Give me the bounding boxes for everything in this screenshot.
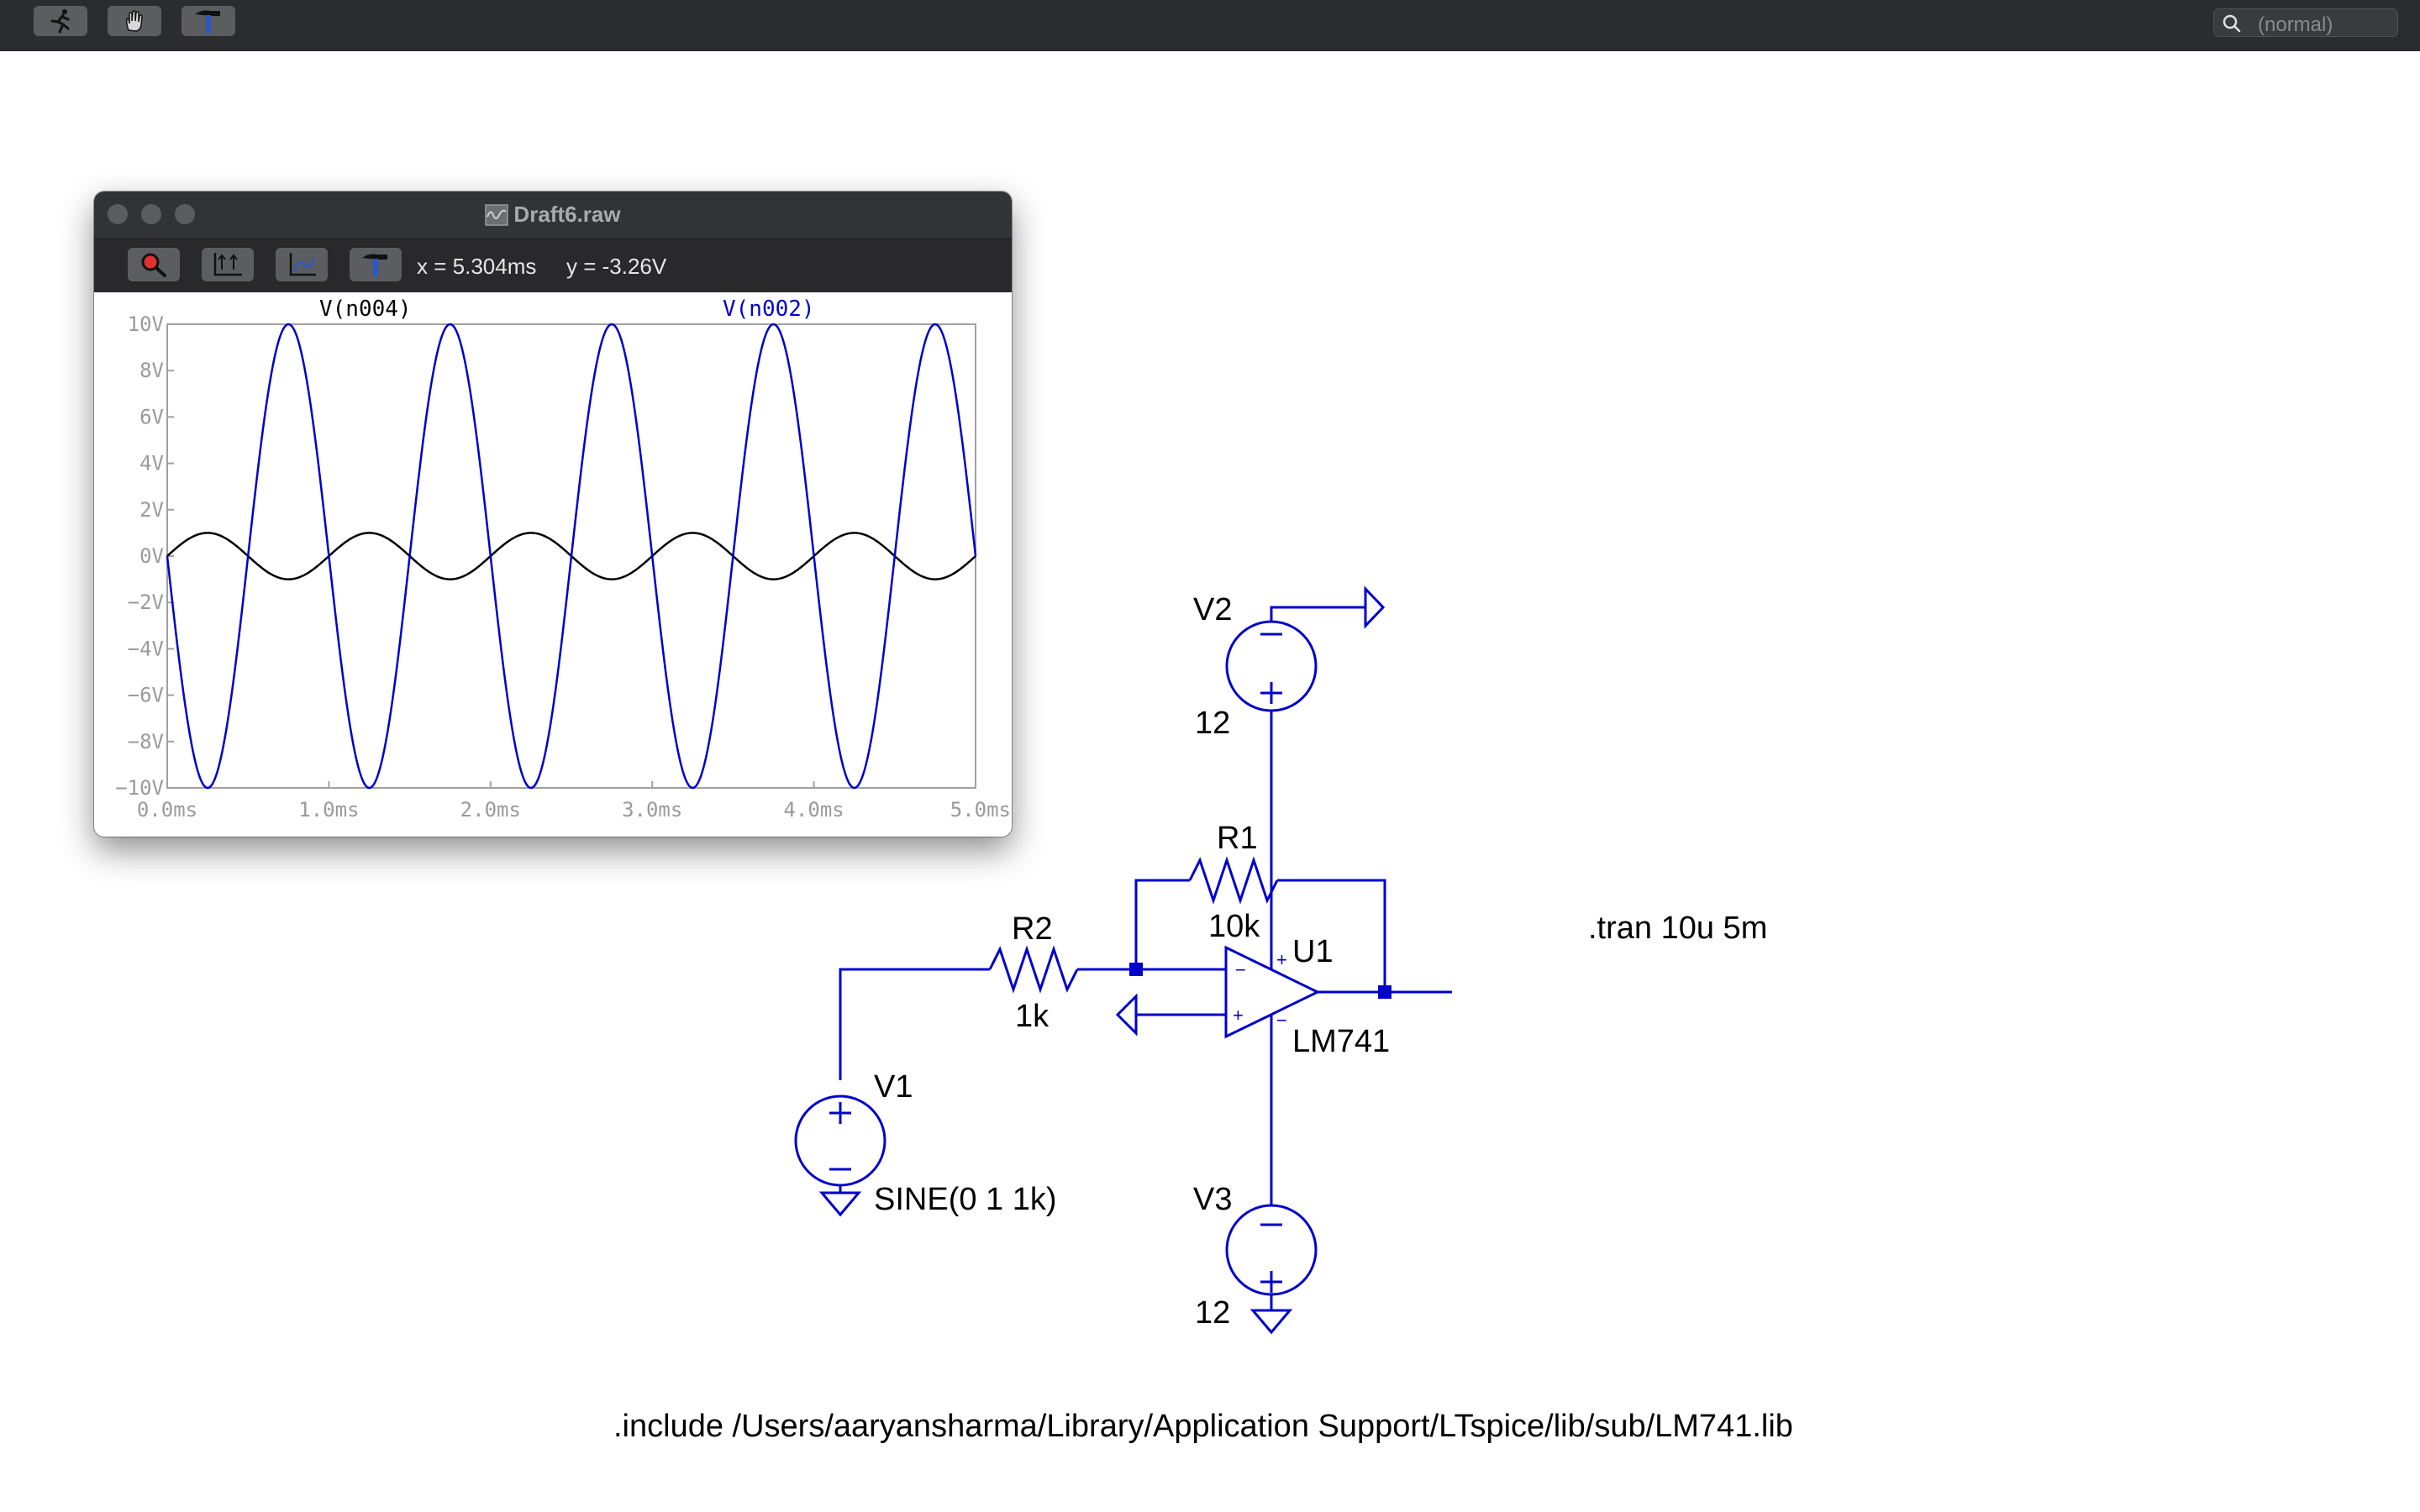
ground-v1 (818, 1191, 862, 1217)
waveform-window-title: Draft6.raw (513, 202, 621, 227)
running-man-icon (50, 9, 70, 34)
y-tick-label: 2V (139, 498, 164, 522)
resistor-r1[interactable] (1188, 856, 1279, 905)
waveform-toolbar: x = 5.304ms y = -3.26V (94, 239, 1012, 292)
trace-v-n002[interactable] (166, 323, 977, 790)
tran-directive[interactable]: .tran 10u 5m (1588, 911, 1767, 946)
u1-ref-label: U1 (1292, 934, 1334, 969)
y-tick-label: 4V (139, 452, 164, 475)
hammer-icon (362, 254, 387, 276)
y-tick-label: −10V (115, 776, 164, 800)
v2-source[interactable] (1225, 620, 1318, 712)
axis-icon (289, 253, 316, 276)
search-icon (2223, 14, 2241, 33)
cursor-x-readout: x = 5.304ms (417, 254, 537, 279)
y-tick-label: 8V (139, 359, 164, 382)
x-tick-label: 3.0ms (622, 798, 682, 822)
v2-value-label: 12 (1195, 706, 1230, 741)
v3-ref-label: V3 (1193, 1182, 1232, 1217)
r2-value-label: 1k (1015, 999, 1050, 1034)
opamp-plus-mark: + (1233, 1005, 1244, 1026)
junction-output (1378, 985, 1392, 999)
x-tick-label: 1.0ms (298, 798, 359, 822)
x-tick-label: 2.0ms (460, 798, 521, 822)
v1-ref-label: V1 (874, 1069, 913, 1105)
v1-value-label: SINE(0 1 1k) (874, 1182, 1057, 1217)
v1-source[interactable] (794, 1095, 886, 1187)
cursor-y-readout: y = -3.26V (566, 254, 667, 279)
waveform-plot[interactable]: 10V 8V 6V 4V 2V 0V −2V −4V −6V −8V −10V 0.0ms 1.0ms… (94, 292, 1012, 837)
opamp-vplus-mark: + (1276, 949, 1287, 970)
waveform-titlebar[interactable]: Draft6.raw (94, 192, 1012, 239)
zoom-icon (141, 253, 166, 277)
ground-flag-v2 (1364, 585, 1386, 629)
junction-inv-input (1129, 963, 1143, 976)
waveform-file-icon (485, 204, 509, 226)
y-tick-label: 0V (139, 544, 164, 568)
hand-icon (126, 10, 143, 32)
opamp-minus-mark: − (1235, 959, 1246, 980)
y-tick-label: −8V (128, 730, 164, 753)
search-field[interactable]: (normal) (2213, 8, 2398, 37)
ground-flag-noninv (1115, 993, 1138, 1037)
main-toolbar: (normal) (0, 0, 2420, 51)
halt-button[interactable] (108, 6, 161, 36)
r1-ref-label: R1 (1217, 821, 1258, 856)
waveform-hammer-button[interactable] (350, 248, 402, 281)
waveform-window[interactable]: Draft6.raw x = 5.304ms y = -3.26V 10V 8V… (94, 192, 1012, 837)
y-tick-label: −6V (128, 684, 164, 707)
x-tick-label: 0.0ms (137, 798, 197, 822)
autorange-button[interactable] (202, 248, 254, 281)
x-tick-label: 4.0ms (783, 798, 844, 822)
y-tick-label: −4V (128, 637, 164, 660)
y-tick-label: 10V (128, 312, 164, 336)
ground-v3 (1249, 1309, 1293, 1335)
v3-source[interactable] (1225, 1204, 1318, 1296)
y-tick-label: −2V (128, 591, 164, 614)
trace-label-v-n002[interactable]: V(n002) (723, 297, 815, 322)
hammer-button[interactable] (182, 6, 235, 36)
u1-value-label: LM741 (1292, 1024, 1390, 1059)
axis-button[interactable] (276, 248, 328, 281)
y-tick-label: 6V (139, 405, 164, 428)
wire-v2-top (1270, 606, 1365, 622)
v2-ref-label: V2 (1193, 592, 1232, 627)
v3-value-label: 12 (1195, 1295, 1230, 1331)
run-button[interactable] (34, 6, 87, 36)
wire-r1-left (1134, 879, 1190, 969)
wire-r2-left (839, 968, 990, 1080)
search-placeholder: (normal) (2258, 13, 2333, 36)
opamp-vminus-mark: − (1276, 1010, 1287, 1031)
r1-value-label: 10k (1208, 909, 1260, 944)
trace-label-v-n004[interactable]: V(n004) (319, 297, 412, 322)
include-directive[interactable]: .include /Users/aaryansharma/Library/App… (613, 1409, 1793, 1444)
resistor-r2[interactable] (988, 945, 1079, 994)
autorange-icon (213, 253, 242, 276)
zoom-tool-button[interactable] (128, 248, 180, 281)
x-tick-label: 5.0ms (950, 798, 1011, 822)
r2-ref-label: R2 (1012, 911, 1053, 947)
hammer-icon (195, 10, 220, 33)
